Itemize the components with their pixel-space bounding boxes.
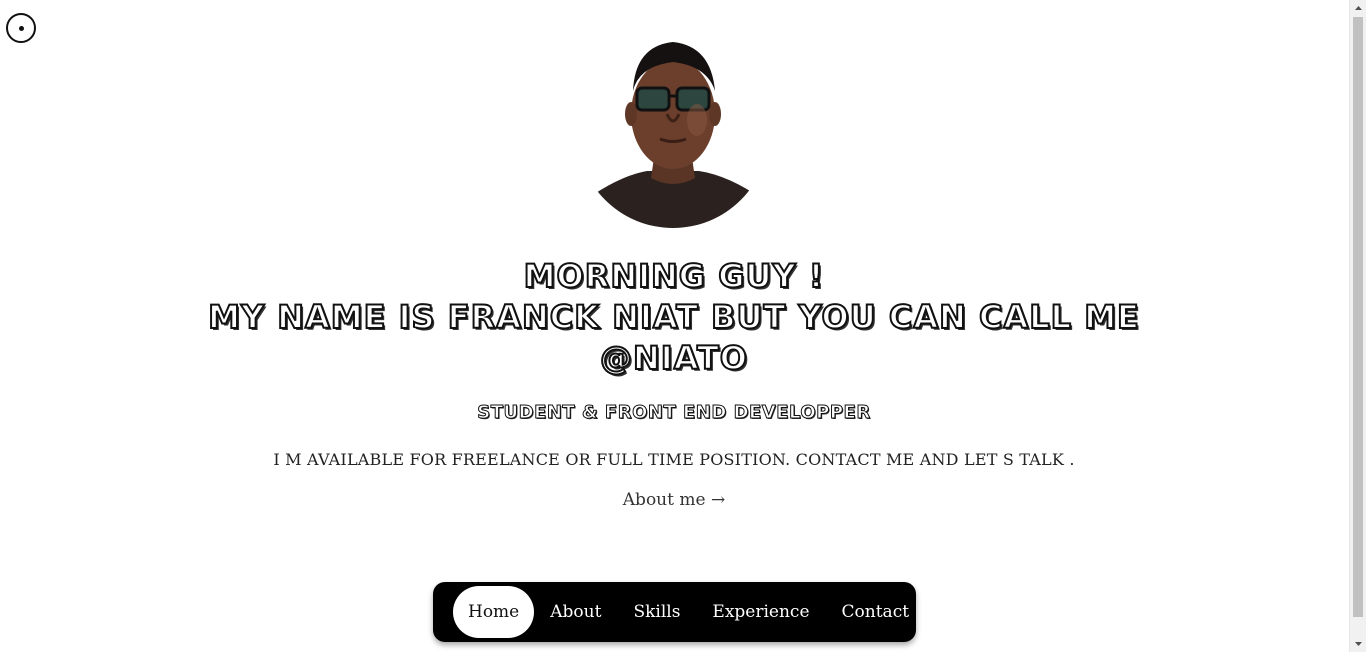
nav-item-home[interactable]: Home <box>453 586 535 638</box>
main-content: MORNING GUY ! MY NAME IS FRANCK NIAT BUT… <box>0 0 1349 652</box>
nav-item-experience[interactable]: Experience <box>696 586 825 638</box>
bottom-nav: Home About Skills Experience Contact <box>433 582 916 642</box>
cursor-dot <box>18 25 24 31</box>
avatar <box>577 36 769 228</box>
nav-item-about[interactable]: About <box>534 586 617 638</box>
scrollbar-thumb[interactable] <box>1353 17 1363 617</box>
scroll-down-arrow-icon[interactable] <box>1350 635 1366 652</box>
nav-item-contact[interactable]: Contact <box>826 586 926 638</box>
nav-item-skills[interactable]: Skills <box>617 586 696 638</box>
circle-dot-icon[interactable] <box>6 13 36 43</box>
role-subtitle: STUDENT & FRONT END DEVELOPPER <box>477 402 871 424</box>
portrait-photo <box>577 36 769 228</box>
handle-heading: @NIATO <box>599 338 748 378</box>
greeting-heading: MORNING GUY ! <box>523 256 825 296</box>
availability-text: I M AVAILABLE FOR FREELANCE OR FULL TIME… <box>273 450 1075 469</box>
name-heading: MY NAME IS FRANCK NIAT BUT YOU CAN CALL … <box>207 297 1140 337</box>
scroll-up-arrow-icon[interactable] <box>1350 0 1366 17</box>
vertical-scrollbar[interactable] <box>1349 0 1366 652</box>
about-me-link[interactable]: About me → <box>600 490 748 510</box>
